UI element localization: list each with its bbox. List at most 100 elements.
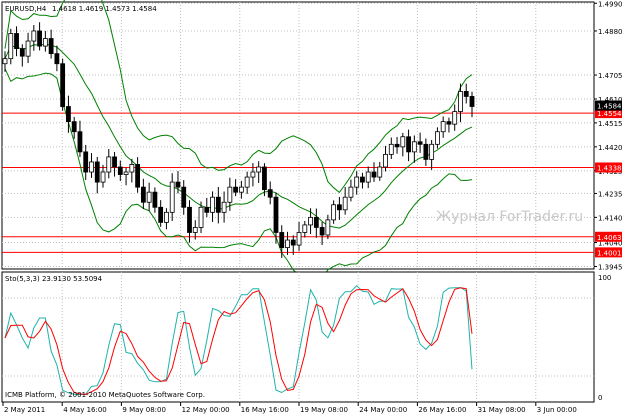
candle-bull xyxy=(377,166,383,178)
candle-bear xyxy=(360,176,365,183)
candle-bear xyxy=(469,96,475,107)
candle-bear xyxy=(463,91,469,97)
x-tick-label: 3 Jun 00:00 xyxy=(537,406,577,414)
candle-bull xyxy=(388,143,394,155)
candle-bear xyxy=(77,131,83,153)
candle-bear xyxy=(66,106,71,123)
candle-bull xyxy=(452,111,458,125)
candle-bear xyxy=(158,206,164,223)
candle-bull xyxy=(31,30,37,42)
x-tick-label: 26 May 16:00 xyxy=(418,406,466,414)
candle-bear xyxy=(417,141,423,145)
candle-bear xyxy=(135,164,141,188)
candle-bear xyxy=(117,166,123,175)
candle-bull xyxy=(342,196,348,211)
candle-bull xyxy=(440,121,446,133)
y-tick-label: 1.4880 xyxy=(598,28,623,36)
candle-bear xyxy=(290,239,296,246)
candle-bear xyxy=(313,216,319,228)
watermark: Журнал ForTrader.ru xyxy=(436,209,583,225)
candle-bull xyxy=(146,191,152,203)
y-tick-label: 1.4515 xyxy=(598,120,623,128)
current-price-label: 1.4584 xyxy=(597,103,622,111)
candle-bear xyxy=(273,196,279,233)
candle-bear xyxy=(175,181,181,188)
candle-bull xyxy=(308,216,313,226)
candle-bear xyxy=(336,204,342,211)
x-tick-label: 24 May 00:00 xyxy=(359,406,407,414)
candle-bull xyxy=(198,206,204,228)
candle-bear xyxy=(112,156,117,168)
candle-bear xyxy=(37,30,42,47)
candle-bull xyxy=(383,153,388,168)
x-tick-label: 12 May 00:00 xyxy=(182,406,230,414)
candle-bear xyxy=(371,171,377,178)
candle-bear xyxy=(181,186,187,208)
candle-bull xyxy=(244,176,250,188)
time-axis[interactable]: 2 May 2011 4 May 16:00 9 May 08:00 12 May 0… xyxy=(2,402,577,414)
y-tick-label: 1.4235 xyxy=(598,190,623,198)
candle-bull xyxy=(8,33,14,60)
candle-bear xyxy=(423,143,429,160)
candle-bear xyxy=(94,161,100,183)
candle-bull xyxy=(256,166,262,173)
candle-bull xyxy=(331,204,337,221)
oscillator-lower-label: 0 xyxy=(598,394,602,402)
oscillator-label: Sto(5,3,3) 23.9130 53.5094 xyxy=(5,275,103,283)
candle-bear xyxy=(394,143,400,148)
symbol-info: EURUSD,H4 xyxy=(5,5,47,13)
candle-bull xyxy=(42,38,48,47)
x-tick-label: 19 May 08:00 xyxy=(300,406,348,414)
x-tick-label: 31 May 08:00 xyxy=(478,406,526,414)
candle-bear xyxy=(204,206,210,213)
y-tick-label: 1.4140 xyxy=(598,214,623,222)
candle-bull xyxy=(129,164,135,173)
candle-bear xyxy=(215,196,221,213)
candle-bull xyxy=(458,91,463,112)
candle-bull xyxy=(238,186,244,193)
candle-bear xyxy=(19,48,25,57)
candle-bull xyxy=(250,171,256,178)
candle-bear xyxy=(233,186,239,193)
oscillator-pane[interactable] xyxy=(1,271,595,403)
candle-bull xyxy=(365,171,371,183)
forex-chart[interactable]: EURUSD,H4 1.4618 1.4619 1.4573 1.4584 Жу… xyxy=(0,0,623,416)
x-tick-label: 16 May 16:00 xyxy=(241,406,289,414)
level-badge-label: 1.4001 xyxy=(597,249,622,257)
candle-bear xyxy=(48,38,54,55)
x-tick-label: 2 May 2011 xyxy=(4,406,45,414)
candle-bear xyxy=(60,63,66,107)
candle-bear xyxy=(54,53,60,65)
candle-bear xyxy=(83,151,89,173)
copyright: ICMB Platform, © 2001-2010 MetaQuotes So… xyxy=(5,391,205,399)
candle-bear xyxy=(267,189,273,198)
candle-bull xyxy=(164,211,169,223)
candle-bear xyxy=(406,136,411,153)
price-axis[interactable]: 1.49901.48801.47051.46101.45151.44201.43… xyxy=(594,0,623,271)
candle-bull xyxy=(296,232,302,246)
x-tick-label: 9 May 08:00 xyxy=(122,406,166,414)
candle-bull xyxy=(302,224,308,233)
y-tick-label: 1.4705 xyxy=(598,72,623,80)
candle-bear xyxy=(446,121,452,125)
y-tick-label: 1.3945 xyxy=(598,263,623,271)
candle-bull xyxy=(285,239,290,248)
candle-bull xyxy=(429,143,435,160)
y-tick-label: 1.4990 xyxy=(598,0,623,8)
candle-bull xyxy=(354,176,360,188)
level-badge-label: 1.4554 xyxy=(597,110,622,118)
price-pane[interactable] xyxy=(1,1,595,270)
y-tick-label: 1.4420 xyxy=(598,144,623,152)
level-badge-label: 1.4338 xyxy=(597,164,622,172)
candle-bull xyxy=(411,141,417,153)
candle-bear xyxy=(319,227,325,236)
candle-bull xyxy=(325,219,331,236)
candle-bull xyxy=(192,227,198,233)
candle-bull xyxy=(221,201,227,213)
candle-bull xyxy=(2,58,8,65)
candle-bear xyxy=(71,121,77,133)
candle-bull xyxy=(25,40,31,57)
oscillator-upper-label: 100 xyxy=(598,274,611,282)
candle-bull xyxy=(89,161,94,173)
candle-bull xyxy=(106,156,112,173)
